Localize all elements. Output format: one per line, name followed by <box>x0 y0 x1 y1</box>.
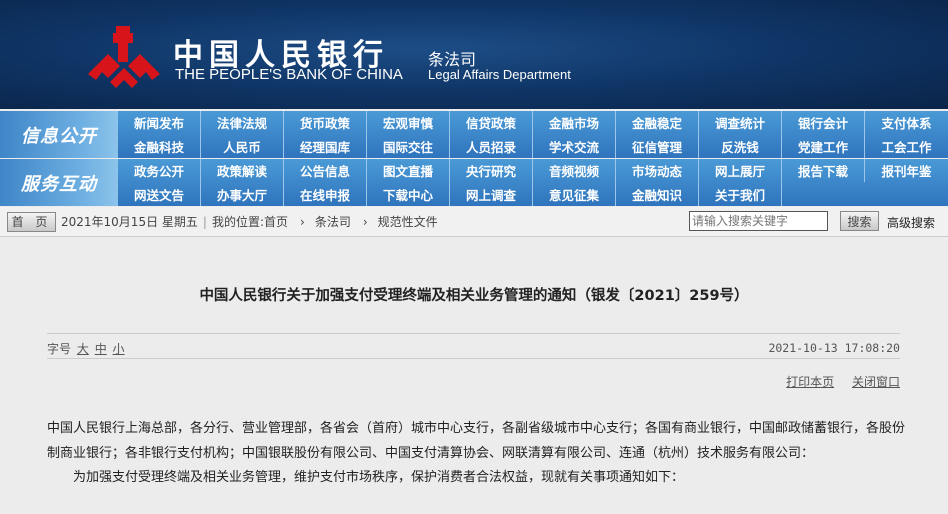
nav-item[interactable]: 宏观审慎 <box>367 111 450 134</box>
home-button[interactable]: 首 页 <box>7 211 56 232</box>
nav-item[interactable]: 银行会计 <box>782 111 865 134</box>
nav-item[interactable]: 政策解读 <box>201 159 284 182</box>
divider <box>47 333 900 334</box>
divider: | <box>202 214 207 229</box>
nav-item[interactable]: 央行研究 <box>450 159 533 182</box>
nav-item[interactable]: 音频视频 <box>533 159 616 182</box>
nav-band-label: 服务互动 <box>0 159 118 206</box>
search-input[interactable] <box>689 211 828 231</box>
breadcrumb-bar: 首 页 2021年10月15日 星期五 | 我的位置:首页 › 条法司 › 规范… <box>0 207 948 237</box>
nav-item[interactable]: 关于我们 <box>699 182 782 206</box>
chevron-right-icon: › <box>362 214 368 229</box>
article-tools: 打印本页 关闭窗口 <box>772 373 900 390</box>
nav-item[interactable]: 国际交往 <box>367 134 450 158</box>
nav-item[interactable]: 报刊年鉴 <box>865 159 948 182</box>
nav-item[interactable]: 金融稳定 <box>616 111 699 134</box>
nav-item[interactable]: 党建工作 <box>782 134 865 158</box>
nav-item[interactable]: 金融科技 <box>118 134 201 158</box>
nav-item[interactable]: 金融市场 <box>533 111 616 134</box>
nav-item[interactable]: 图文直播 <box>367 159 450 182</box>
article-body: 中国人民银行上海总部，各分行、营业管理部，各省会（首府）城市中心支行，各副省级城… <box>47 417 907 491</box>
nav-grid: 政务公开 政策解读 公告信息 图文直播 央行研究 音频视频 市场动态 网上展厅 报告下载 报刊年鉴… <box>118 159 948 206</box>
publish-datetime: 2021-10-13 17:08:20 <box>768 341 900 355</box>
nav-item[interactable]: 调查统计 <box>699 111 782 134</box>
nav-grid: 新闻发布 法律法规 货币政策 宏观审慎 信贷政策 金融市场 金融稳定 调查统计 银行会计 支付体系… <box>118 111 948 158</box>
article-paragraph: 中国人民银行上海总部，各分行、营业管理部，各省会（首府）城市中心支行，各副省级城… <box>47 421 906 461</box>
nav-item[interactable]: 学术交流 <box>533 134 616 158</box>
current-date: 2021年10月15日 星期五 <box>61 215 198 229</box>
nav-item[interactable]: 反洗钱 <box>699 134 782 158</box>
pboc-logo-icon <box>88 26 160 88</box>
article-title: 中国人民银行关于加强支付受理终端及相关业务管理的通知（银发〔2021〕259号） <box>199 288 749 304</box>
site-header: 中国人民银行 THE PEOPLE'S BANK OF CHINA 条法司 Le… <box>0 0 948 109</box>
nav-band-info: 信息公开 新闻发布 法律法规 货币政策 宏观审慎 信贷政策 金融市场 金融稳定 调查统计 银行会… <box>0 111 948 158</box>
nav-item[interactable]: 新闻发布 <box>118 111 201 134</box>
nav-item[interactable]: 政务公开 <box>118 159 201 182</box>
search-button[interactable]: 搜索 <box>840 211 879 231</box>
nav-item[interactable]: 网送文告 <box>118 182 201 206</box>
nav-item[interactable]: 金融知识 <box>616 182 699 206</box>
nav-item[interactable]: 法律法规 <box>201 111 284 134</box>
breadcrumb-item[interactable]: 规范性文件 <box>378 213 438 230</box>
font-size-label: 字号 <box>47 342 72 356</box>
print-page-link[interactable]: 打印本页 <box>786 375 834 389</box>
nav-item[interactable]: 网上调查 <box>450 182 533 206</box>
bank-name-en: THE PEOPLE'S BANK OF CHINA <box>175 66 403 83</box>
nav-item[interactable]: 人员招录 <box>450 134 533 158</box>
nav-item[interactable]: 货币政策 <box>284 111 367 134</box>
nav-item[interactable]: 下载中心 <box>367 182 450 206</box>
department-name-en: Legal Affairs Department <box>428 67 571 82</box>
nav-item[interactable]: 意见征集 <box>533 182 616 206</box>
nav-item[interactable]: 办事大厅 <box>201 182 284 206</box>
nav-item[interactable]: 人民币 <box>201 134 284 158</box>
article-paragraph: 为加强支付受理终端及相关业务管理，维护支付市场秩序，保护消费者合法权益，现就有关… <box>73 470 685 485</box>
nav-item[interactable]: 工会工作 <box>865 134 948 158</box>
nav-item[interactable]: 支付体系 <box>865 111 948 134</box>
font-size-large[interactable]: 大 <box>77 342 89 356</box>
nav-item[interactable]: 市场动态 <box>616 159 699 182</box>
divider <box>47 358 900 359</box>
nav-band-service: 服务互动 政务公开 政策解读 公告信息 图文直播 央行研究 音频视频 市场动态 网上展厅 报告下… <box>0 159 948 206</box>
breadcrumb-item[interactable]: 条法司 <box>315 213 351 230</box>
nav-item[interactable]: 公告信息 <box>284 159 367 182</box>
nav-band-label: 信息公开 <box>0 111 118 158</box>
nav-item[interactable]: 经理国库 <box>284 134 367 158</box>
nav-item[interactable]: 征信管理 <box>616 134 699 158</box>
nav-item[interactable]: 在线申报 <box>284 182 367 206</box>
advanced-search-link[interactable]: 高级搜索 <box>887 214 935 231</box>
nav-item[interactable]: 报告下载 <box>782 159 865 182</box>
font-size-medium[interactable]: 中 <box>95 342 107 356</box>
chevron-right-icon: › <box>300 214 305 229</box>
font-size-small[interactable]: 小 <box>113 342 125 356</box>
font-size-controls: 字号 大 中 小 <box>47 340 125 357</box>
close-window-link[interactable]: 关闭窗口 <box>852 375 900 389</box>
nav-item[interactable]: 网上展厅 <box>699 159 782 182</box>
nav-item[interactable]: 信贷政策 <box>450 111 533 134</box>
breadcrumb-location[interactable]: 我的位置:首页 <box>212 213 288 230</box>
